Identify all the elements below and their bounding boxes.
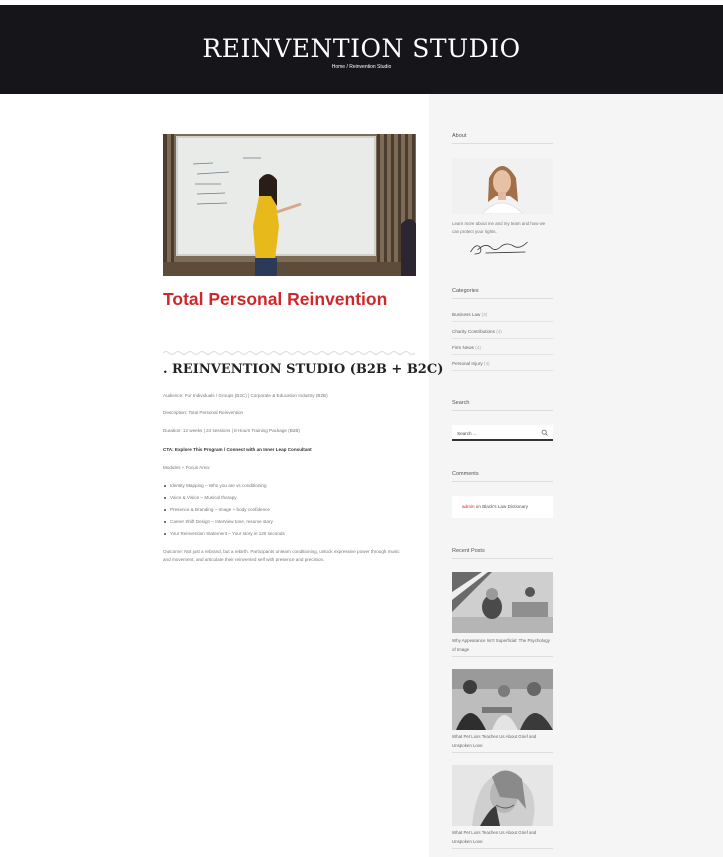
search-input[interactable] — [457, 429, 535, 437]
category-count: (3) — [481, 312, 488, 317]
site-title: REINVENTION STUDIO — [202, 34, 521, 63]
featured-image — [163, 134, 416, 276]
recent-post-link[interactable]: What Pet Loss Teaches Us About Grief and… — [452, 828, 553, 849]
module-item: Presence & Branding – Image + body confi… — [164, 507, 270, 512]
module-item: Identity Mapping – Who you are vs condit… — [164, 483, 267, 488]
search-form — [452, 425, 553, 441]
category-link[interactable]: Business Law (3) — [452, 312, 553, 322]
about-text: Learn more about me and my team and how … — [452, 221, 546, 234]
category-label[interactable]: Charity Contributions — [452, 329, 495, 334]
search-widget-title: Search — [452, 400, 553, 411]
whiteboard-classroom-image — [163, 134, 416, 276]
category-link[interactable]: Charity Contributions (4) — [452, 329, 553, 339]
recent-post-thumbnail[interactable] — [452, 765, 553, 826]
categories-widget-title: Categories — [452, 288, 553, 299]
module-item: Career Shift Design – Interview tone, re… — [164, 519, 273, 524]
recent-post-thumbnail[interactable] — [452, 572, 553, 633]
module-item: Voice & Vision – Musical therapy — [164, 495, 237, 500]
modules-label: Modules + Focus Area: — [163, 465, 211, 470]
about-portrait-image — [452, 158, 553, 214]
category-label[interactable]: Personal Injury — [452, 361, 483, 366]
audience-line: Audience: For Individuals / Groups (B2C)… — [163, 393, 328, 398]
signature-image — [470, 241, 528, 255]
category-link[interactable]: Personal Injury (4) — [452, 361, 553, 371]
post-title: Total Personal Reinvention — [163, 289, 388, 309]
wavy-divider — [163, 351, 416, 355]
page-hero: REINVENTION STUDIO Home / Reinvention St… — [0, 5, 723, 94]
about-widget-title: About — [452, 133, 553, 144]
recent-posts-widget-title: Recent Posts — [452, 548, 553, 559]
recent-post-thumbnail[interactable] — [452, 669, 553, 730]
cta-line: CTA: Explore This Program / Connect with… — [163, 447, 312, 452]
category-count: (4) — [475, 345, 481, 350]
description-line: Description: Total Personal Reinvention — [163, 410, 244, 415]
category-label[interactable]: Firm News — [452, 345, 474, 350]
duration-line: Duration: 12 weeks | 24 sessions | 8 Hou… — [163, 428, 300, 433]
comment-post-link[interactable]: Black's Law Dictionary — [482, 504, 528, 509]
category-link[interactable]: Firm News (4) — [452, 345, 553, 355]
section-heading: . REINVENTION STUDIO (B2B + B2C) — [163, 362, 444, 377]
module-item: Your Reinvention Statement – Your story … — [164, 531, 285, 536]
comment-text: admin on Black's Law Dictionary — [462, 504, 528, 509]
breadcrumb[interactable]: Home / Reinvention Studio — [0, 64, 723, 70]
recent-post-link[interactable]: Why Appearance Isn't Superficial: The Ps… — [452, 636, 553, 657]
outcome-paragraph: Outcome: Not just a rebrand, but a rebir… — [163, 549, 400, 562]
recent-post-link[interactable]: What Pet Loss Teaches Us About Grief and… — [452, 732, 553, 753]
category-count: (4) — [496, 329, 502, 334]
category-label[interactable]: Business Law — [452, 312, 480, 317]
recent-comment: admin on Black's Law Dictionary — [452, 496, 553, 518]
comments-widget-title: Comments — [452, 471, 553, 482]
search-icon[interactable] — [541, 429, 548, 436]
comment-author-link[interactable]: admin — [462, 504, 475, 509]
category-count: (4) — [483, 361, 490, 366]
